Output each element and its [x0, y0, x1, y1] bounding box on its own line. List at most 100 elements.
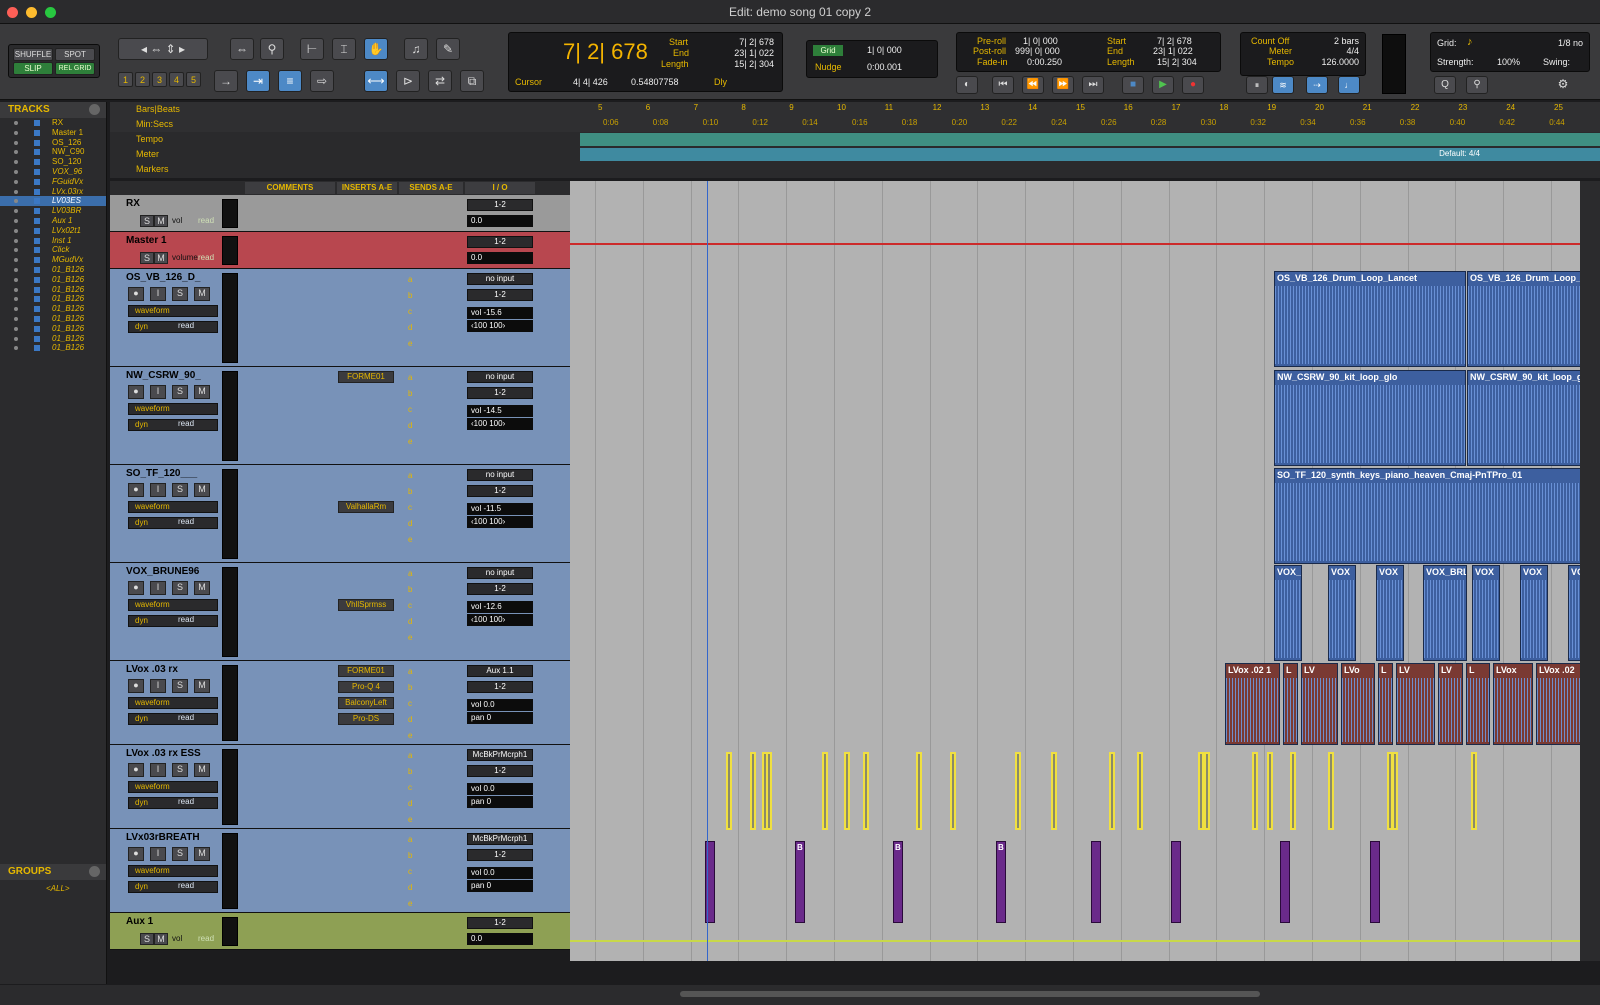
send-slot[interactable]: a — [408, 751, 412, 760]
input-monitor-button[interactable]: I — [150, 679, 166, 693]
zoom-horizontal-icon[interactable]: ◂ ⇔ ⇕ ▸ — [118, 38, 208, 60]
visibility-icon[interactable] — [14, 150, 18, 155]
breath-clip[interactable] — [1280, 841, 1290, 923]
automation-mode[interactable]: read — [178, 713, 194, 722]
automation-mode[interactable]: read — [178, 615, 194, 624]
mute-button[interactable]: M — [194, 483, 210, 497]
automation-view-selector[interactable]: dyn — [128, 517, 218, 529]
send-slot[interactable]: e — [408, 899, 412, 908]
visibility-icon[interactable] — [14, 346, 18, 351]
slip-mode-button[interactable]: SLIP — [13, 62, 53, 75]
pan-value[interactable]: ‹100 100› — [467, 614, 533, 626]
ess-clip[interactable] — [1204, 752, 1210, 830]
insert-slot[interactable] — [338, 419, 394, 431]
online-icon[interactable]: ◐ — [956, 76, 978, 94]
send-slot[interactable]: d — [408, 715, 412, 724]
volume-value[interactable]: 0.0 — [467, 252, 533, 264]
scroll-thumb[interactable] — [680, 991, 1260, 997]
nudge-icon[interactable]: → — [214, 70, 238, 92]
visibility-icon[interactable] — [14, 258, 18, 263]
visibility-icon[interactable] — [14, 297, 18, 302]
visibility-icon[interactable] — [14, 179, 18, 184]
insert-slot[interactable] — [338, 781, 394, 793]
audio-clip[interactable]: OS_VB_126_Drum_Loop_Lancet — [1274, 271, 1466, 367]
volume-value[interactable]: vol 0.0 — [467, 783, 533, 795]
track-list-item[interactable]: 01_B126 — [0, 324, 106, 334]
track-list-item[interactable]: LV03BR — [0, 206, 106, 216]
send-slot[interactable]: d — [408, 323, 412, 332]
note-value-icon[interactable]: ♪ — [1467, 36, 1473, 48]
grid-toggle[interactable]: Grid — [813, 45, 843, 56]
track-list-item[interactable]: FGuidVx — [0, 177, 106, 187]
nudge-value[interactable]: 0:00.001 — [867, 62, 902, 72]
input-monitor-button[interactable]: I — [150, 287, 166, 301]
send-slot[interactable]: c — [408, 307, 412, 316]
track-view-selector[interactable]: waveform — [128, 501, 218, 513]
grid-value[interactable]: 1| 0| 000 — [867, 45, 902, 55]
sends-header[interactable]: SENDS A-E — [399, 182, 463, 194]
solo-button[interactable]: S — [140, 933, 154, 945]
end-value[interactable]: 23| 1| 022 — [734, 48, 774, 58]
grabber-tool-icon[interactable]: ✋ — [364, 38, 388, 60]
track-name[interactable]: SO_TF_120___ — [126, 468, 197, 479]
io-header[interactable]: I / O — [465, 182, 535, 194]
solo-button[interactable]: S — [172, 385, 188, 399]
insert-slot[interactable] — [338, 881, 394, 893]
audio-clip[interactable]: OS_VB_126_Drum_Loop_Lancet — [1467, 271, 1580, 367]
track-name[interactable]: RX — [126, 198, 140, 209]
input-selector[interactable]: no input — [467, 273, 533, 285]
send-slot[interactable]: c — [408, 601, 412, 610]
track-view-selector[interactable]: waveform — [128, 305, 218, 317]
ess-clip[interactable] — [1267, 752, 1273, 830]
automation-mode[interactable]: read — [178, 321, 194, 330]
preroll-value[interactable]: 1| 0| 000 — [1023, 36, 1058, 46]
track-name[interactable]: OS_VB_126_D_ — [126, 272, 201, 283]
send-slot[interactable]: c — [408, 699, 412, 708]
audio-clip[interactable]: VOX_ — [1274, 565, 1302, 661]
zoomer-tool-icon[interactable]: ⇔ — [230, 38, 254, 60]
visibility-icon[interactable] — [14, 160, 18, 165]
insert-slot[interactable]: FORME01 — [338, 665, 394, 677]
audio-clip[interactable]: LVo — [1341, 663, 1375, 745]
track-list-item[interactable]: 01_B126 — [0, 265, 106, 275]
mute-button[interactable]: M — [154, 933, 168, 945]
visibility-icon[interactable] — [14, 336, 18, 341]
mute-button[interactable]: M — [194, 679, 210, 693]
visibility-icon[interactable] — [14, 267, 18, 272]
automation-mode[interactable]: read — [198, 253, 214, 262]
grid-mode-button[interactable]: REL GRID — [55, 62, 95, 75]
automation-mode[interactable]: read — [198, 934, 214, 943]
record-enable-button[interactable]: ● — [128, 847, 144, 861]
automation-view-selector[interactable]: dyn — [128, 615, 218, 627]
mute-button[interactable]: M — [154, 215, 168, 227]
ess-clip[interactable] — [822, 752, 828, 830]
volume-value[interactable]: vol -11.5 — [467, 503, 533, 515]
track-list-item[interactable]: 01_B126 — [0, 275, 106, 285]
visibility-icon[interactable] — [14, 189, 18, 194]
record-enable-button[interactable]: ● — [128, 385, 144, 399]
automation-view-selector[interactable]: dyn — [128, 419, 218, 431]
insert-slot[interactable] — [338, 387, 394, 399]
zoom-preset-button[interactable]: 1 — [118, 72, 133, 87]
insert-slot[interactable] — [338, 749, 394, 761]
ess-clip[interactable] — [1328, 752, 1334, 830]
insert-slot[interactable]: Pro-Q 4 — [338, 681, 394, 693]
record-enable-button[interactable]: ● — [128, 763, 144, 777]
output-selector[interactable]: 1-2 — [467, 199, 533, 211]
wait-for-note-icon[interactable]: ≋ — [1272, 76, 1294, 94]
visibility-icon[interactable] — [14, 287, 18, 292]
pan-value[interactable]: ‹100 100› — [467, 320, 533, 332]
vertical-scrollbar[interactable] — [1580, 181, 1600, 961]
volume-value[interactable]: vol -14.5 — [467, 405, 533, 417]
send-slot[interactable]: d — [408, 519, 412, 528]
insert-slot[interactable] — [338, 289, 394, 301]
insert-slot[interactable]: BalconyLeft — [338, 697, 394, 709]
volume-value[interactable]: vol 0.0 — [467, 867, 533, 879]
ess-clip[interactable] — [863, 752, 869, 830]
insert-slot[interactable]: FORME01 — [338, 371, 394, 383]
volume-value[interactable]: 0.0 — [467, 933, 533, 945]
volume-value[interactable]: vol 0.0 — [467, 699, 533, 711]
track-list-item[interactable]: NW_C90 — [0, 147, 106, 157]
zoom-preset-button[interactable]: 3 — [152, 72, 167, 87]
insert-slot[interactable] — [338, 337, 394, 349]
